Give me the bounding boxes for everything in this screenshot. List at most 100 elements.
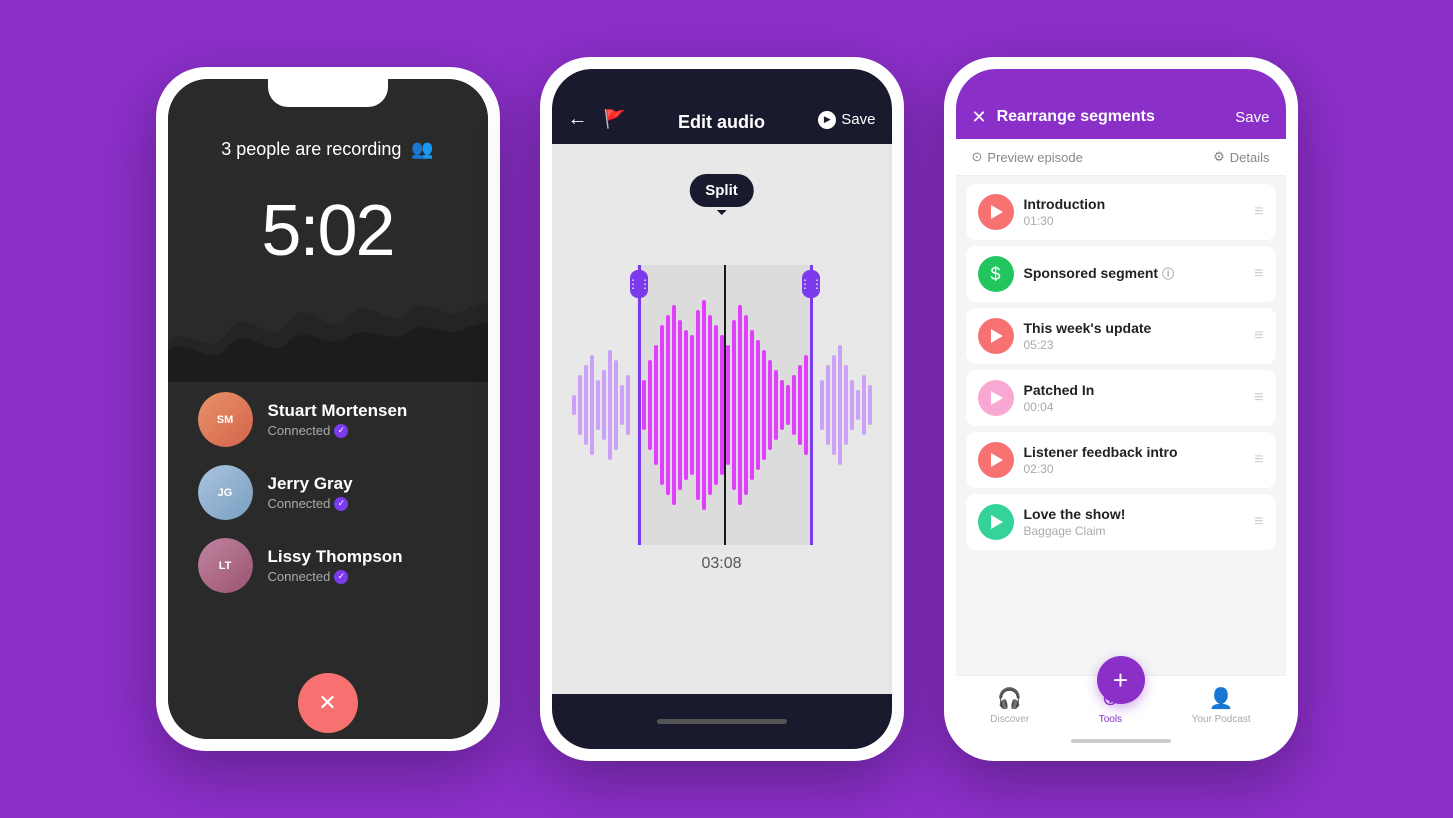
play-icon-introduction <box>991 205 1003 219</box>
save-audio-button[interactable]: ▶ Save <box>818 111 875 129</box>
save-rearrange-button[interactable]: Save <box>1235 109 1269 126</box>
participant-status-stuart: Connected <box>268 423 408 438</box>
seg-duration-update: 05:23 <box>1024 338 1245 352</box>
waveform-svg: ⋮⋮ ⋮⋮ <box>552 265 892 545</box>
seg-info-patched: Patched In 00:04 <box>1024 382 1245 414</box>
drag-handle-introduction[interactable]: ≡ <box>1254 203 1263 221</box>
back-button[interactable]: ← <box>568 108 588 131</box>
seg-name-sponsored: Sponsored segment ⓘ <box>1024 265 1245 282</box>
drag-handle-sponsored[interactable]: ≡ <box>1254 265 1263 283</box>
participant-name-stuart: Stuart Mortensen <box>268 401 408 421</box>
time-display: 03:08 <box>701 555 741 573</box>
add-person-icon[interactable]: 👥 <box>411 139 433 160</box>
participant-info-stuart: Stuart Mortensen Connected <box>268 401 408 438</box>
seg-info-sponsored: Sponsored segment ⓘ <box>1024 265 1245 284</box>
segments-list: Introduction 01:30 ≡ $ Sponsored segment… <box>956 176 1286 675</box>
seg-name-patched: Patched In <box>1024 382 1245 398</box>
bottom-indicator <box>657 719 787 724</box>
play-icon-love <box>991 515 1003 529</box>
seg-name-love: Love the show! <box>1024 506 1245 522</box>
drag-handle-feedback[interactable]: ≡ <box>1254 451 1263 469</box>
svg-text:⋮⋮: ⋮⋮ <box>627 277 651 291</box>
bottom-nav: 🎧 Discover + ⊕ Tools 👤 Your Podcast <box>956 675 1286 733</box>
home-indicator <box>1071 739 1171 743</box>
notch-2 <box>662 69 782 97</box>
play-btn-sponsored[interactable]: $ <box>978 256 1014 292</box>
recording-title: 3 people are recording <box>221 139 401 160</box>
recording-header: 3 people are recording 👥 <box>221 139 434 160</box>
seg-name-introduction: Introduction <box>1024 196 1245 212</box>
play-btn-introduction[interactable] <box>978 194 1014 230</box>
bottom-bar <box>956 733 1286 749</box>
close-button[interactable]: ✕ <box>972 107 987 128</box>
segment-feedback: Listener feedback intro 02:30 ≡ <box>966 432 1276 488</box>
phone-rearrange: ✕ Rearrange segments Save ⊙ Preview epis… <box>944 57 1298 761</box>
rearrange-left: ✕ Rearrange segments <box>972 107 1155 128</box>
participant-status-jerry: Connected <box>268 496 353 511</box>
seg-duration-love: Baggage Claim <box>1024 524 1245 538</box>
notch-3 <box>1061 69 1181 97</box>
participant-lissy: LT Lissy Thompson Connected <box>198 538 458 593</box>
drag-handle-love[interactable]: ≡ <box>1254 513 1263 531</box>
gear-icon: ⚙ <box>1213 149 1225 165</box>
play-btn-love[interactable] <box>978 504 1014 540</box>
split-tooltip[interactable]: Split <box>689 174 754 207</box>
episode-bar: ⊙ Preview episode ⚙ Details <box>956 139 1286 176</box>
seg-duration-patched: 00:04 <box>1024 400 1245 414</box>
play-btn-update[interactable] <box>978 318 1014 354</box>
wave-background <box>168 262 488 382</box>
participant-jerry: JG Jerry Gray Connected <box>198 465 458 520</box>
audio-bottom-bar <box>552 694 892 749</box>
nav-discover[interactable]: 🎧 Discover <box>990 686 1029 725</box>
header-left: ← 🚩 <box>568 108 626 131</box>
avatar-stuart: SM <box>198 392 253 447</box>
info-icon-sponsored: ⓘ <box>1162 265 1174 282</box>
edit-audio-title: Edit audio <box>678 112 765 133</box>
preview-icon: ⊙ <box>972 149 983 165</box>
participant-name-jerry: Jerry Gray <box>268 474 353 494</box>
add-fab-button[interactable]: + <box>1097 656 1145 704</box>
seg-info-introduction: Introduction 01:30 <box>1024 196 1245 228</box>
seg-name-feedback: Listener feedback intro <box>1024 444 1245 460</box>
play-icon-update <box>991 329 1003 343</box>
play-btn-feedback[interactable] <box>978 442 1014 478</box>
drag-handle-update[interactable]: ≡ <box>1254 327 1263 345</box>
avatar-jerry: JG <box>198 465 253 520</box>
play-icon-patched <box>991 391 1003 405</box>
participant-info-lissy: Lissy Thompson Connected <box>268 547 403 584</box>
dollar-icon: $ <box>990 264 1000 285</box>
drag-handle-patched[interactable]: ≡ <box>1254 389 1263 407</box>
details-btn[interactable]: ⚙ Details <box>1213 149 1269 165</box>
play-icon-save: ▶ <box>818 111 836 129</box>
seg-info-love: Love the show! Baggage Claim <box>1024 506 1245 538</box>
participant-status-lissy: Connected <box>268 569 403 584</box>
rearrange-title: Rearrange segments <box>997 108 1155 126</box>
user-icon: 👤 <box>1209 686 1234 711</box>
nav-podcast[interactable]: 👤 Your Podcast <box>1192 686 1251 725</box>
seg-name-update: This week's update <box>1024 320 1245 336</box>
status-dot-stuart <box>334 424 348 438</box>
status-dot-jerry <box>334 497 348 511</box>
edit-audio-screen: ← 🚩 Edit audio ▶ Save Split <box>552 69 892 749</box>
status-dot-lissy <box>334 570 348 584</box>
svg-text:⋮⋮: ⋮⋮ <box>799 277 823 291</box>
play-btn-patched[interactable] <box>978 380 1014 416</box>
rearrange-screen: ✕ Rearrange segments Save ⊙ Preview epis… <box>956 69 1286 749</box>
seg-info-feedback: Listener feedback intro 02:30 <box>1024 444 1245 476</box>
phone-recording: 3 people are recording 👥 5:02 SM <box>156 67 500 751</box>
segment-patched: Patched In 00:04 ≡ <box>966 370 1276 426</box>
play-icon-feedback <box>991 453 1003 467</box>
participant-info-jerry: Jerry Gray Connected <box>268 474 353 511</box>
end-call-button[interactable]: ✕ <box>298 673 358 733</box>
seg-duration-introduction: 01:30 <box>1024 214 1245 228</box>
flag-icon[interactable]: 🚩 <box>604 109 626 130</box>
headphones-icon: 🎧 <box>997 686 1022 711</box>
recording-screen: 3 people are recording 👥 5:02 SM <box>168 79 488 739</box>
segment-introduction: Introduction 01:30 ≡ <box>966 184 1276 240</box>
segment-update: This week's update 05:23 ≡ <box>966 308 1276 364</box>
preview-episode-btn[interactable]: ⊙ Preview episode <box>972 149 1083 165</box>
participant-stuart: SM Stuart Mortensen Connected <box>198 392 458 447</box>
seg-duration-feedback: 02:30 <box>1024 462 1245 476</box>
avatar-lissy: LT <box>198 538 253 593</box>
recording-timer: 5:02 <box>261 190 393 272</box>
